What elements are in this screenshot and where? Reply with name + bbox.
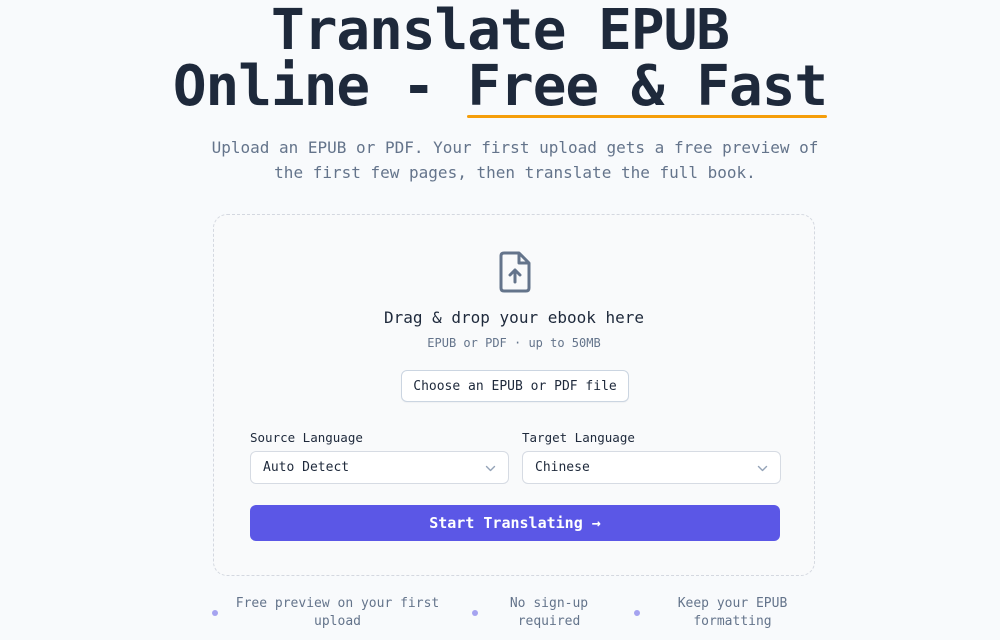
source-language-value: Auto Detect: [263, 460, 350, 475]
bullet-dot-icon: [634, 610, 640, 616]
feature-free-preview: Free preview on your first upload: [235, 596, 440, 629]
upload-dropzone[interactable]: Drag & drop your ebook here EPUB or PDF …: [213, 214, 815, 576]
title-line-1: Translate EPUB: [270, 0, 730, 63]
title-highlight: Free & Fast: [467, 54, 828, 119]
bullet-dot-icon: [212, 610, 218, 616]
chevron-down-icon: [757, 463, 768, 474]
page-title: Translate EPUB Online - Free & Fast: [0, 0, 1000, 119]
chevron-down-icon: [485, 463, 496, 474]
feature-no-signup: No sign-up required: [509, 596, 589, 629]
source-language-select[interactable]: Auto Detect: [250, 451, 509, 484]
file-upload-icon: [497, 250, 533, 294]
source-language-label: Source Language: [250, 430, 363, 445]
bullet-dot-icon: [472, 610, 478, 616]
target-language-label: Target Language: [522, 430, 635, 445]
file-type-hint: EPUB or PDF · up to 50MB: [427, 336, 601, 350]
drop-instructions: Drag & drop your ebook here: [383, 308, 645, 327]
title-line-2-prefix: Online -: [172, 54, 468, 119]
start-translating-button[interactable]: Start Translating →: [250, 505, 780, 541]
choose-file-button[interactable]: Choose an EPUB or PDF file: [401, 370, 629, 402]
title-line-2: Online - Free & Fast: [0, 54, 1000, 119]
feature-keep-formatting: Keep your EPUB formatting: [677, 596, 788, 629]
target-language-value: Chinese: [535, 460, 590, 475]
page-subtitle: Upload an EPUB or PDF. Your first upload…: [211, 138, 819, 182]
target-language-select[interactable]: Chinese: [522, 451, 781, 484]
